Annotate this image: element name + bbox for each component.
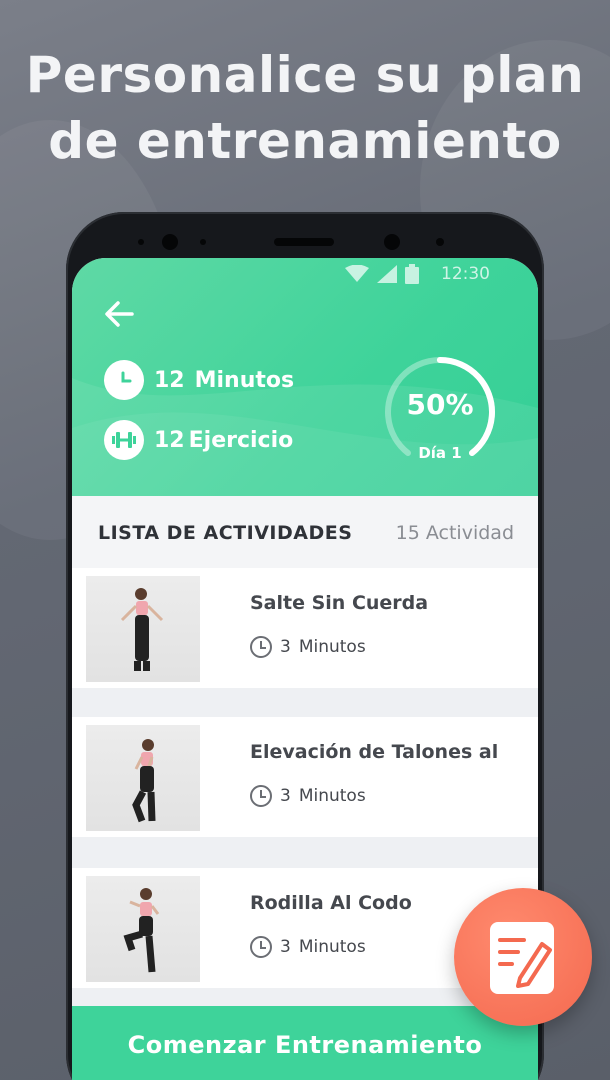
clock-icon	[250, 785, 272, 807]
activity-duration: 3 Minutos	[250, 636, 366, 658]
exercises-stat: 12 Ejercicio	[104, 420, 293, 460]
status-time: 12:30	[441, 264, 490, 284]
activity-duration: 3 Minutos	[250, 785, 366, 807]
activity-count: 15 Actividad	[395, 522, 514, 544]
duration-unit: Minutos	[298, 786, 366, 806]
workout-summary-header: 12:30 12 Minutos 12 Ejercicio 50% Día 1	[72, 258, 538, 496]
speaker-grill	[274, 238, 334, 246]
exercises-label: Ejercicio	[188, 427, 294, 453]
exercises-value: 12	[154, 427, 185, 453]
exercise-thumbnail	[86, 876, 200, 982]
minutes-stat: 12 Minutos	[104, 360, 294, 400]
page-headline: Personalice su plan de entrenamiento	[0, 42, 610, 174]
clock-icon	[104, 360, 144, 400]
minutes-value: 12	[154, 367, 185, 393]
activity-title: Rodilla Al Codo	[250, 892, 412, 914]
exercise-thumbnail	[86, 725, 200, 831]
headline-line-2: de entrenamiento	[48, 112, 562, 170]
progress-percent: 50%	[406, 388, 474, 421]
edit-plan-button[interactable]	[454, 888, 592, 1026]
duration-unit: Minutos	[298, 637, 366, 657]
activity-title: Salte Sin Cuerda	[250, 592, 429, 614]
day-label: Día 1	[418, 444, 462, 462]
activity-list-header: LISTA DE ACTIVIDADES 15 Actividad	[72, 496, 538, 568]
clock-icon	[250, 936, 272, 958]
status-bar: 12:30	[345, 264, 490, 284]
sensor-dot	[200, 239, 206, 245]
front-camera	[162, 234, 178, 250]
activity-list-title: LISTA DE ACTIVIDADES	[98, 522, 353, 544]
activity-item[interactable]: Salte Sin Cuerda 3 Minutos	[72, 568, 538, 688]
clock-icon	[250, 636, 272, 658]
headline-line-1: Personalice su plan	[25, 46, 585, 104]
activity-title: Elevación de Talones al	[250, 741, 499, 763]
activity-item[interactable]: Elevación de Talones al 3 Minutos	[72, 717, 538, 837]
sensor-dot	[138, 239, 144, 245]
edit-plan-icon	[490, 922, 554, 994]
proximity-sensor	[384, 234, 400, 250]
dumbbell-icon	[104, 420, 144, 460]
duration-value: 3	[280, 937, 291, 957]
minutes-label: Minutos	[194, 367, 295, 393]
duration-value: 3	[280, 786, 291, 806]
exercise-thumbnail	[86, 576, 200, 682]
arrow-left-icon[interactable]	[102, 296, 138, 332]
start-workout-button[interactable]: Comenzar Entrenamiento	[72, 1006, 538, 1080]
signal-icon	[377, 265, 397, 283]
sensor-dot	[436, 238, 444, 246]
duration-value: 3	[280, 637, 291, 657]
activity-duration: 3 Minutos	[250, 936, 366, 958]
wifi-icon	[345, 265, 369, 282]
battery-icon	[405, 264, 419, 284]
duration-unit: Minutos	[298, 937, 366, 957]
